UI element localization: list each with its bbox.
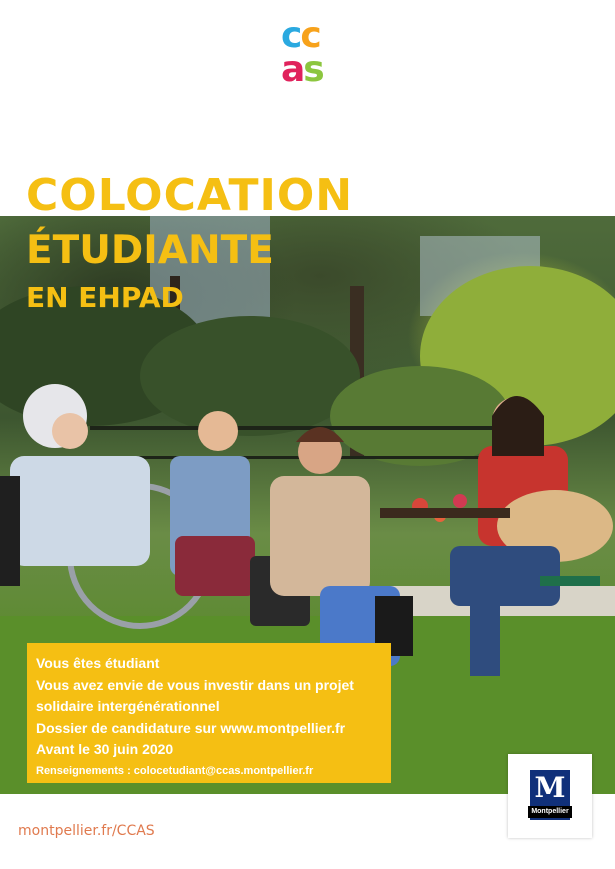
title-line-ehpad: EN EHPAD <box>26 281 184 314</box>
info-line-contact: Renseignements : colocetudiant@ccas.mont… <box>36 764 314 777</box>
montpellier-logo-letter: M <box>534 771 566 804</box>
info-box: Vous êtes étudiant Vous avez envie de vo… <box>27 643 391 783</box>
montpellier-logo: M Montpellier <box>528 770 572 820</box>
montpellier-logo-name: Montpellier <box>528 806 572 818</box>
title-line-colocation: COLOCATION <box>26 170 354 221</box>
info-line-deadline: Avant le 30 juin 2020 <box>36 741 174 757</box>
footer-url: montpellier.fr/CCAS <box>18 823 155 839</box>
info-line-application: Dossier de candidature sur www.montpelli… <box>36 719 346 736</box>
info-line-project: solidaire intergénérationnel <box>36 698 220 714</box>
info-line-student: Vous êtes étudiant <box>36 655 160 671</box>
logo-letter-a-pink: a <box>281 49 305 90</box>
ccas-logo: cc as <box>281 18 345 88</box>
logo-letter-s-green: s <box>303 49 324 90</box>
montpellier-logo-badge: M Montpellier <box>508 754 592 838</box>
info-line-invest: Vous avez envie de vous investir dans un… <box>36 676 354 693</box>
logo-row-bottom: as <box>281 52 345 88</box>
title-line-etudiante: ÉTUDIANTE <box>26 228 274 273</box>
